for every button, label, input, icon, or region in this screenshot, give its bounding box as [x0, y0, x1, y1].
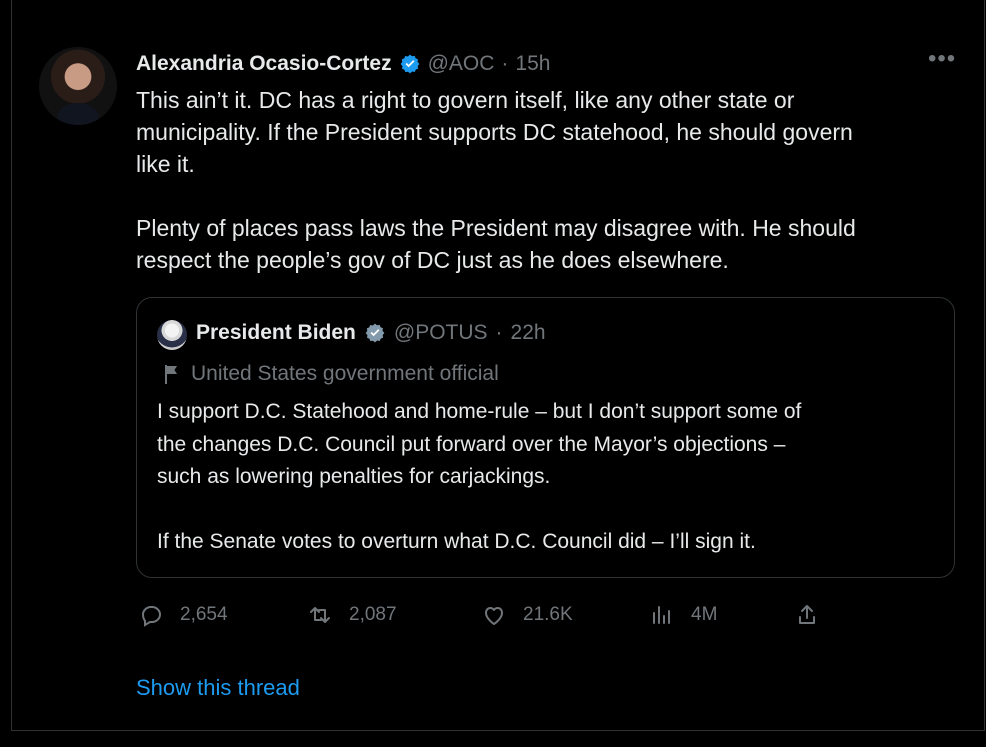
quoted-tweet[interactable]: President Biden @POTUS · 22h United Stat… [136, 297, 955, 578]
share-button[interactable] [792, 598, 822, 632]
quoted-tweet-text: I support D.C. Statehood and home-rule –… [157, 400, 802, 553]
potus-avatar [157, 320, 187, 350]
author-handle[interactable]: @AOC [428, 50, 495, 78]
government-label-text: United States government official [191, 362, 499, 385]
like-button[interactable]: 21.6K [479, 598, 573, 632]
tweet-text: This ain’t it. DC has a right to govern … [136, 87, 856, 273]
heart-icon [479, 600, 509, 630]
tweet-time[interactable]: 15h [515, 50, 550, 78]
analytics-icon [647, 600, 677, 630]
more-options-icon[interactable]: ••• [928, 47, 956, 77]
tweet-header: Alexandria Ocasio-Cortez @AOC · 15h [136, 50, 550, 78]
retweet-count: 2,087 [349, 604, 397, 625]
reply-icon [136, 600, 166, 630]
verified-badge-icon [364, 322, 386, 344]
quoted-author-handle: @POTUS [393, 321, 488, 344]
quoted-tweet-header: President Biden @POTUS · 22h [196, 318, 546, 348]
flag-icon [163, 363, 181, 385]
quoted-tweet-time: 22h [510, 321, 546, 344]
tweet-actions: 2,654 2,087 21.6K 4M [136, 598, 836, 632]
view-count: 4M [691, 604, 718, 625]
retweet-button[interactable]: 2,087 [305, 598, 397, 632]
reply-button[interactable]: 2,654 [136, 598, 228, 632]
quoted-author-name: President Biden [196, 321, 356, 344]
reply-count: 2,654 [180, 604, 228, 625]
views-button[interactable]: 4M [647, 598, 717, 632]
government-label: United States government official [163, 358, 499, 390]
like-count: 21.6K [523, 604, 573, 625]
quoted-time-separator: · [495, 321, 503, 344]
retweet-icon [305, 600, 335, 630]
share-icon [792, 600, 822, 630]
aoc-avatar[interactable] [39, 47, 117, 125]
author-name[interactable]: Alexandria Ocasio-Cortez [136, 50, 392, 78]
verified-badge-icon [399, 53, 421, 75]
time-separator: · [501, 52, 509, 75]
show-thread-link[interactable]: Show this thread [136, 674, 300, 702]
